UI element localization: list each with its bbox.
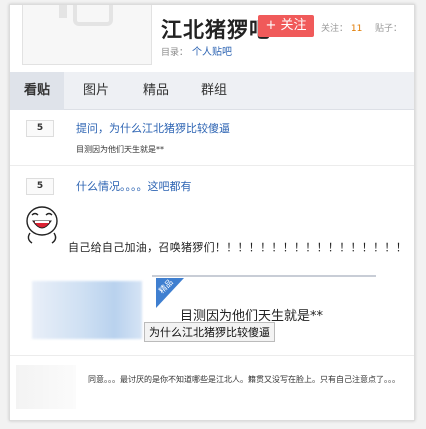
followers-label: 关注： <box>321 24 349 34</box>
forum-tab-bar: 看贴 图片 精品 群组 <box>10 72 414 110</box>
avatar-placeholder-icon <box>59 5 67 18</box>
thread-title[interactable]: 提问，为什么江北猪猡比较傻逼 <box>76 120 230 136</box>
card-thumbnail <box>32 281 142 339</box>
thread-title[interactable]: 什么情况。。。。这吧都有 <box>76 178 192 194</box>
posts-stat: 贴子： <box>375 21 402 34</box>
thread-item[interactable]: 5 提问，为什么江北猪猡比较傻逼 目测因为他们天生就是** <box>10 110 414 166</box>
directory: 目录： 个人贴吧 <box>161 43 232 58</box>
reply-count: 5 <box>26 120 54 137</box>
forum-avatar[interactable] <box>22 5 152 65</box>
followers-stat: 关注： 11 <box>321 21 362 34</box>
tab-featured[interactable]: 精品 <box>132 72 180 110</box>
shared-thread-card[interactable]: 精品 目测因为他们天生就是** 为什么江北猪猡比较傻逼 <box>32 275 376 342</box>
followers-count: 11 <box>350 24 363 34</box>
card-title[interactable]: 为什么江北猪猡比较傻逼 <box>144 322 275 342</box>
tab-groups[interactable]: 群组 <box>190 72 238 110</box>
directory-label: 目录： <box>161 48 189 58</box>
forum-page: 江北猪猡吧 + 关注 关注： 11 贴子： 目录： 个人贴吧 看贴 图片 精品 群… <box>9 4 415 421</box>
follow-button[interactable]: + 关注 <box>258 15 314 37</box>
thread-abstract: 目测因为他们天生就是** <box>76 145 164 154</box>
laughing-face-icon <box>26 206 58 244</box>
reply-thumbnail <box>16 365 76 409</box>
directory-link[interactable]: 个人贴吧 <box>192 47 232 58</box>
tab-images[interactable]: 图片 <box>72 72 120 110</box>
forum-title[interactable]: 江北猪猡吧 <box>161 14 271 44</box>
tab-posts[interactable]: 看贴 <box>10 72 64 110</box>
posts-label: 贴子： <box>375 24 403 34</box>
card-divider <box>152 275 376 277</box>
avatar-placeholder-shape <box>73 5 113 26</box>
post-body-text: 自己给自己加油，召唤猪猡们！！！！！！！！！！！！！！！！！ <box>68 241 407 254</box>
reply-text: 同意。。。最讨厌的是你不知道哪些是江北人。籍贯又没写在脸上。只有自己注意点了。。… <box>88 375 400 384</box>
reply-count: 5 <box>26 178 54 195</box>
